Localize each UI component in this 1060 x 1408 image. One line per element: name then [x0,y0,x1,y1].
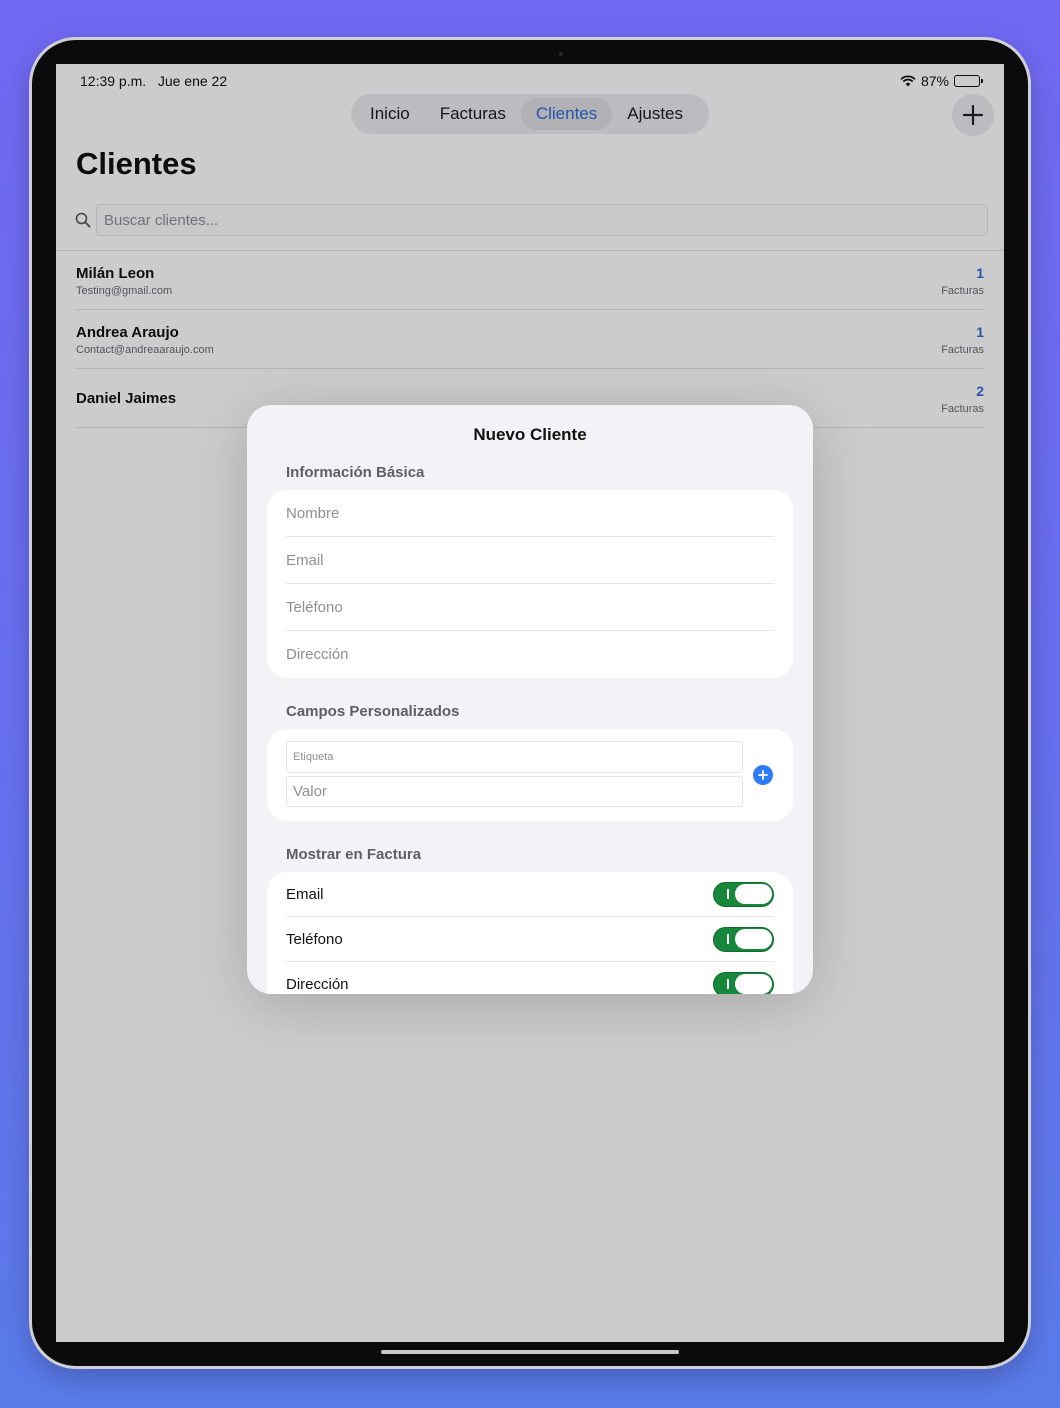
toggle-label: Dirección [286,976,349,993]
new-client-sheet: Nuevo Cliente Información Básica Campos … [247,405,813,994]
name-row [286,490,774,537]
toggle-knob [735,929,772,949]
toggle-on-mark [727,889,729,899]
ipad-frame: 12:39 p.m. Jue ene 22 87% Inicio Factura… [32,40,1028,1366]
toggle-on-mark [727,979,729,989]
section-custom-fields: Campos Personalizados [286,703,460,720]
section-basic-info: Información Básica [286,464,425,481]
toggle-label: Email [286,885,324,903]
toggle-label: Teléfono [286,930,343,948]
toggle-knob [735,884,772,904]
phone-row [286,584,774,631]
email-field[interactable] [286,551,774,569]
screen: 12:39 p.m. Jue ene 22 87% Inicio Factura… [56,64,1004,1342]
home-indicator[interactable] [381,1350,679,1354]
add-custom-field-button[interactable] [753,765,773,785]
toggle-on-mark [727,934,729,944]
invoice-toggles-card: Email Teléfono Dirección [267,872,793,994]
address-row [286,631,774,678]
sheet-title: Nuevo Cliente [473,425,587,444]
address-field[interactable] [286,646,774,663]
phone-toggle[interactable] [713,927,774,952]
email-row [286,537,774,584]
custom-label-input[interactable] [286,741,743,773]
toggle-row-phone: Teléfono [286,917,774,962]
basic-info-card [267,490,793,678]
custom-fields-card [267,729,793,821]
address-toggle[interactable] [713,972,774,994]
name-field[interactable] [286,504,774,522]
toggle-row-address: Dirección [286,962,774,994]
phone-field[interactable] [286,598,774,616]
toggle-row-email: Email [286,872,774,917]
plus-circle-icon [758,770,768,780]
custom-value-input[interactable] [286,776,743,807]
toggle-knob [735,974,772,994]
section-show-on-invoice: Mostrar en Factura [286,846,422,863]
front-camera [559,52,563,56]
email-toggle[interactable] [713,882,774,907]
